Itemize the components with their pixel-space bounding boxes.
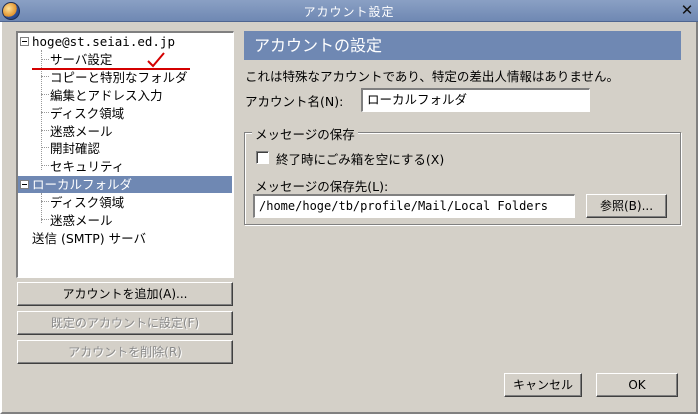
ok-button[interactable]: OK [596, 373, 678, 397]
collapse-toggle-icon[interactable] [20, 180, 29, 189]
close-icon: ✕ [680, 1, 694, 19]
title-bar[interactable]: アカウント設定 ✕ [0, 0, 698, 22]
tree-item-local-junk[interactable]: 迷惑メール [18, 212, 232, 229]
tree-item-composition[interactable]: 編集とアドレス入力 [18, 87, 232, 104]
message-storage-group-label: メッセージの保存 [252, 124, 358, 143]
tree-item-receipts[interactable]: 開封確認 [18, 140, 232, 157]
storage-path-label: メッセージの保存先(L): [255, 179, 389, 194]
collapse-toggle-icon[interactable] [20, 37, 29, 46]
tree-item-security[interactable]: セキュリティ [18, 158, 232, 175]
close-button[interactable]: ✕ [678, 2, 696, 20]
tree-item-server-settings[interactable]: サーバ設定 [18, 51, 232, 68]
browse-button[interactable]: 参照(B)... [586, 194, 667, 218]
tree-item-disk-space[interactable]: ディスク領域 [18, 105, 232, 122]
set-default-button[interactable]: 既定のアカウントに設定(F) [17, 311, 233, 335]
tree-item-smtp[interactable]: 送信 (SMTP) サーバ [18, 230, 232, 247]
tree-item-junk[interactable]: 迷惑メール [18, 123, 232, 140]
tree-item-local-disk-space[interactable]: ディスク領域 [18, 194, 232, 211]
add-account-button[interactable]: アカウントを追加(A)... [17, 282, 233, 306]
tree-item-copies-folders[interactable]: コピーと特別なフォルダ [18, 69, 232, 86]
account-tree[interactable]: hoge@st.seiai.ed.jp サーバ設定 コピーと特別なフォルダ 編集… [16, 31, 234, 278]
red-checkmark-icon [147, 52, 165, 68]
storage-path-input[interactable]: /home/hoge/tb/profile/Mail/Local Folders [253, 194, 575, 218]
tree-account-hoge[interactable]: hoge@st.seiai.ed.jp [18, 33, 232, 50]
info-text: これは特殊なアカウントであり、特定の差出人情報はありません。 [245, 69, 620, 84]
account-name-input[interactable]: ローカルフォルダ [361, 88, 590, 112]
account-name-label: アカウント名(N): [245, 94, 344, 109]
window-title: アカウント設定 [303, 5, 395, 19]
tree-account-local-folders[interactable]: ローカルフォルダ [18, 176, 232, 193]
panel-header: アカウントの設定 [244, 31, 681, 60]
cancel-button[interactable]: キャンセル [504, 373, 582, 397]
remove-account-button[interactable]: アカウントを削除(R) [17, 340, 233, 364]
thunderbird-app-icon[interactable] [2, 2, 20, 20]
empty-trash-label[interactable]: 終了時にごみ箱を空にする(X) [276, 149, 444, 168]
empty-trash-checkbox[interactable] [256, 151, 269, 164]
